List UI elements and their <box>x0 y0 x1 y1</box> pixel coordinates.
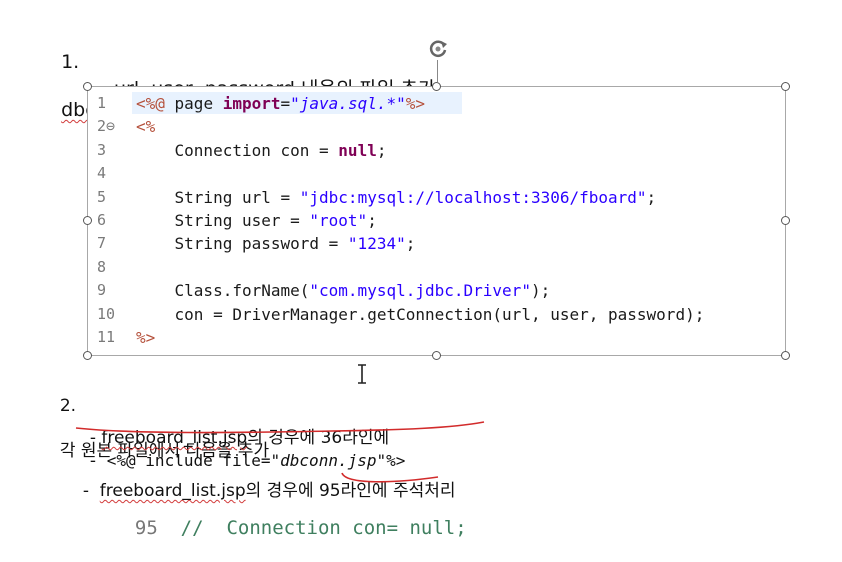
code-line-number: 8 <box>97 257 107 276</box>
handle-bottom-middle[interactable] <box>432 351 441 360</box>
handle-bottom-right[interactable] <box>781 351 790 360</box>
code-token: Class.forName( <box>136 281 310 301</box>
code-token: String url = <box>136 187 300 207</box>
code-line-number: 5 <box>97 187 107 206</box>
code-token: "java.sql.*" <box>290 94 406 113</box>
code-line: 7 String password = "1234"; <box>88 232 785 255</box>
code-text: <%@ page import="java.sql.*"%> <box>136 92 425 115</box>
code-text: Class.forName("com.mysql.jdbc.Driver"); <box>136 279 551 302</box>
code-text: con = DriverManager.getConnection(url, u… <box>136 303 705 326</box>
code-token: String password = <box>136 234 348 254</box>
code-text: <% <box>136 115 155 138</box>
handle-top-middle[interactable] <box>432 82 441 91</box>
code-line: 4 <box>88 162 785 185</box>
code-line: 6 String user = "root"; <box>88 209 785 232</box>
code-line: 8 <box>88 256 785 279</box>
snippet-comment: // <box>180 517 204 539</box>
code-text: String url = "jdbc:mysql://localhost:330… <box>136 186 657 209</box>
code-token: import <box>222 94 281 113</box>
code-line-number: 3 <box>97 140 107 159</box>
step1-number: 1. <box>61 51 80 73</box>
handle-bottom-left[interactable] <box>83 351 92 360</box>
code-line-number: 9 <box>97 281 107 300</box>
code-token: %> <box>136 328 156 347</box>
code-token: "com.mysql.jdbc.Driver" <box>309 281 531 301</box>
code-line-number: 4 <box>97 164 107 183</box>
code-text: Connection con = null; <box>136 139 387 162</box>
code-line: 2⊖ <% <box>88 115 785 138</box>
code-token: "jdbc:mysql://localhost:3306/fboard" <box>299 187 647 207</box>
code-token: ; <box>405 234 416 254</box>
code-snippet: 95 // Connection con= null; <box>112 495 467 539</box>
code-line-number: 10 <box>97 304 116 323</box>
code-token: "1234" <box>347 234 406 254</box>
code-token: %> <box>405 94 425 113</box>
code-token: page <box>164 94 223 113</box>
code-line: 5 String url = "jdbc:mysql://localhost:3… <box>88 186 785 209</box>
code-text: String user = "root"; <box>136 209 377 232</box>
code-token: ; <box>376 140 387 160</box>
code-token: <%@ <box>136 94 165 113</box>
rotate-icon[interactable] <box>426 37 450 61</box>
code-image-frame[interactable]: 1 <%@ page import="java.sql.*"%> 2⊖ <% 3 Con… <box>87 86 786 356</box>
step2-number: 2. <box>59 396 77 416</box>
red-underline-annotation-2 <box>341 472 439 483</box>
code-token: <% <box>136 117 156 137</box>
code-line: 11 %> <box>88 326 785 349</box>
handle-top-left[interactable] <box>83 82 92 91</box>
handle-top-right[interactable] <box>781 82 790 91</box>
code-token: ; <box>646 187 657 207</box>
code-line-number: 2⊖ <box>97 117 116 136</box>
code-token: ); <box>530 281 551 301</box>
code-line: 10 con = DriverManager.getConnection(url… <box>88 303 785 326</box>
handle-middle-right[interactable] <box>781 216 790 225</box>
snippet-line-number: 95 <box>134 517 158 539</box>
snippet-code: Connection con= null; <box>226 517 467 539</box>
code-token: String user = <box>136 211 310 230</box>
code-line-number: 11 <box>97 328 116 346</box>
code-token: = <box>280 94 291 113</box>
code-line: 3 Connection con = null; <box>88 139 785 162</box>
code-token: con = DriverManager.getConnection(url, u… <box>136 304 705 324</box>
code-text: String password = "1234"; <box>136 232 416 255</box>
handle-middle-left[interactable] <box>83 216 92 225</box>
ibeam-cursor-icon <box>358 364 366 384</box>
code-line: 1 <%@ page import="java.sql.*"%> <box>88 92 785 115</box>
code-line-number: 6 <box>97 211 107 229</box>
code-token: Connection con = <box>136 140 339 160</box>
code-line-number: 7 <box>97 234 107 253</box>
code-token: ; <box>367 211 377 230</box>
code-token: "root" <box>309 211 368 230</box>
rotate-connector <box>437 60 438 82</box>
code-line-number: 1 <box>97 94 107 112</box>
code-token: null <box>338 140 377 160</box>
code-text: %> <box>136 326 155 349</box>
code-line: 9 Class.forName("com.mysql.jdbc.Driver")… <box>88 279 785 302</box>
